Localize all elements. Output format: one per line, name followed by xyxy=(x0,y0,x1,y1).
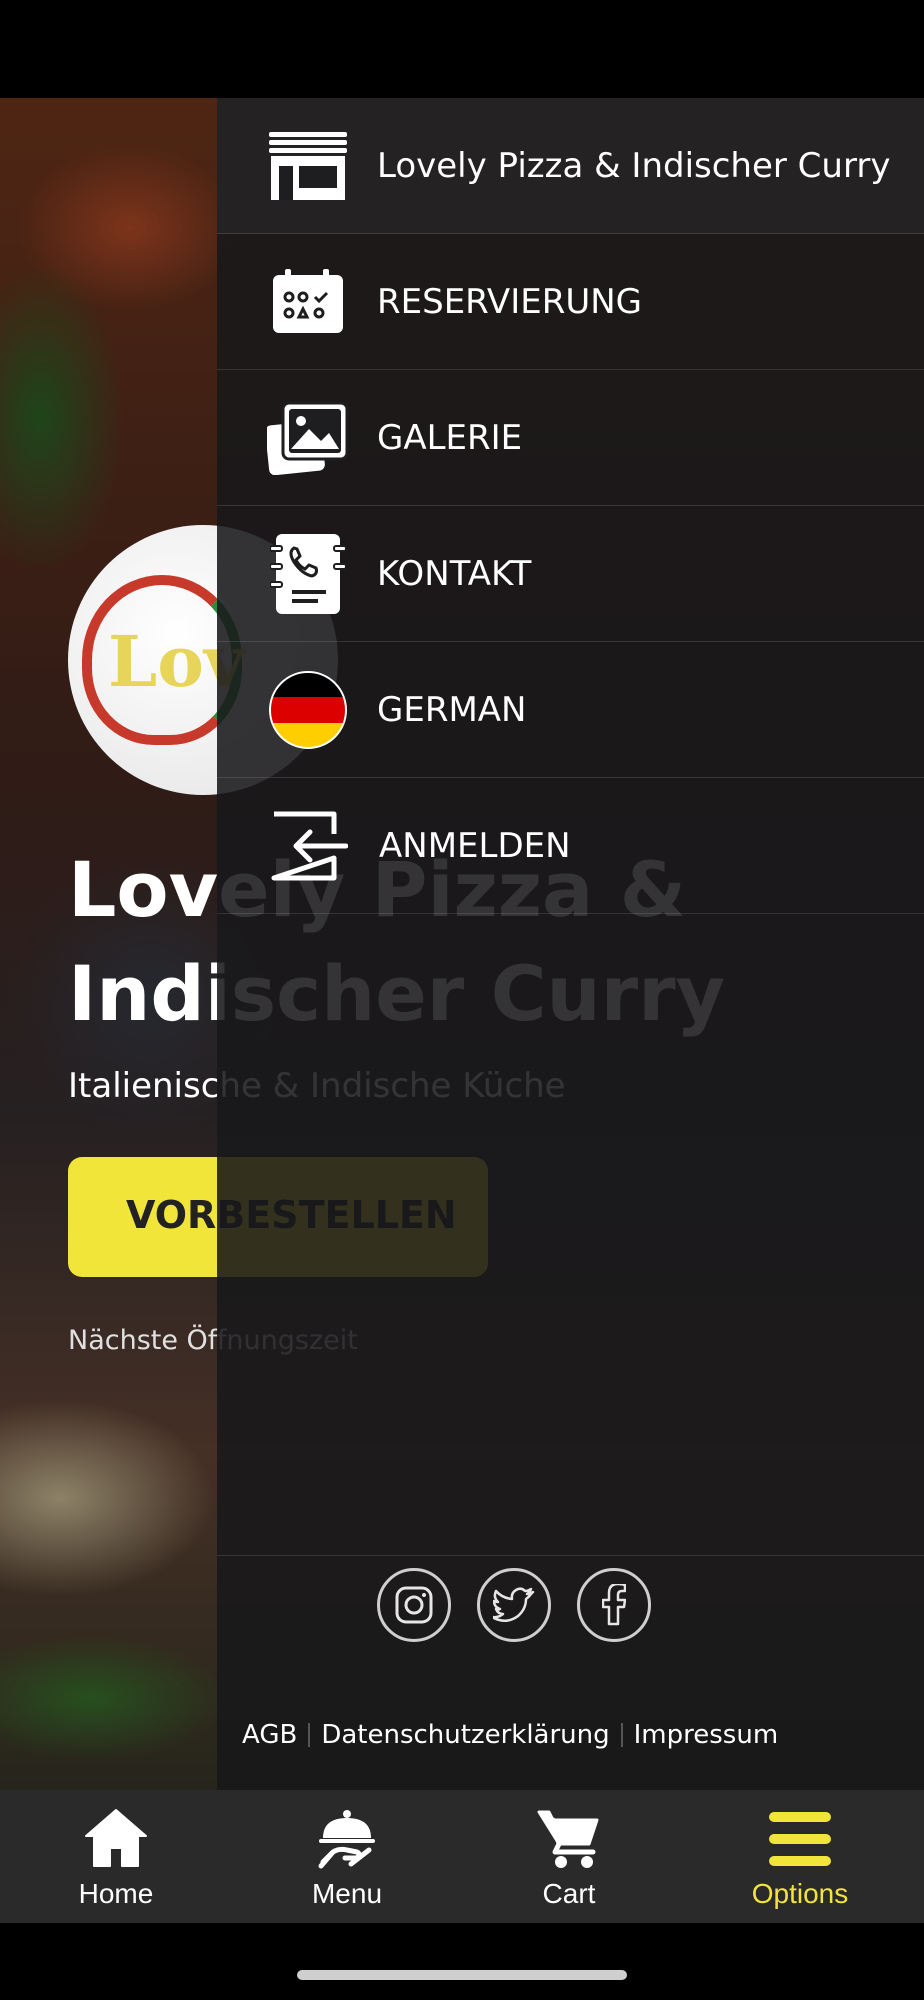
tab-options-label: Options xyxy=(751,1878,849,1909)
hamburger-icon xyxy=(767,1808,833,1875)
drawer-item-reservation[interactable]: RESERVIERUNG xyxy=(217,234,924,370)
drawer-item-gallery[interactable]: GALERIE xyxy=(217,370,924,506)
gallery-icon xyxy=(267,397,349,479)
facebook-icon[interactable] xyxy=(577,1568,651,1642)
tab-menu[interactable]: Menu xyxy=(278,1790,416,1923)
contact-book-icon xyxy=(267,533,349,615)
drawer-item-restaurant[interactable]: Lovely Pizza & Indischer Curry xyxy=(217,98,924,234)
drawer-label-language: GERMAN xyxy=(377,689,527,730)
social-divider xyxy=(217,1555,924,1556)
gesture-bar-area xyxy=(0,1923,924,2000)
store-icon xyxy=(267,125,349,207)
drawer-label-contact: KONTAKT xyxy=(377,553,532,594)
status-bar xyxy=(0,0,924,98)
drawer-label-restaurant: Lovely Pizza & Indischer Curry xyxy=(377,145,891,186)
drawer-label-login: ANMELDEN xyxy=(379,825,571,866)
side-drawer: Lovely Pizza & Indischer Curry RESERVIER… xyxy=(217,98,924,1790)
drawer-item-contact[interactable]: KONTAKT xyxy=(217,506,924,642)
privacy-link[interactable]: Datenschutzerklärung xyxy=(321,1720,609,1750)
login-icon xyxy=(267,805,349,887)
drawer-label-reservation: RESERVIERUNG xyxy=(377,281,642,322)
cloche-icon xyxy=(317,1808,377,1875)
german-flag-icon xyxy=(267,669,349,751)
drawer-item-login[interactable]: ANMELDEN xyxy=(217,778,924,914)
tab-cart[interactable]: Cart xyxy=(500,1790,638,1923)
agb-link[interactable]: AGB xyxy=(242,1720,297,1750)
drawer-label-gallery: GALERIE xyxy=(377,417,523,458)
tab-home[interactable]: Home xyxy=(47,1790,185,1923)
instagram-icon[interactable] xyxy=(377,1568,451,1642)
bottom-navigation: Home Menu Cart Options xyxy=(0,1790,924,1923)
cart-icon xyxy=(537,1808,601,1875)
home-indicator[interactable] xyxy=(297,1970,627,1980)
drawer-item-language[interactable]: GERMAN xyxy=(217,642,924,778)
footer-separator xyxy=(620,1723,623,1747)
tab-cart-label: Cart xyxy=(542,1878,596,1909)
imprint-link[interactable]: Impressum xyxy=(634,1720,779,1750)
twitter-icon[interactable] xyxy=(477,1568,551,1642)
tab-menu-label: Menu xyxy=(311,1878,383,1909)
footer-separator xyxy=(308,1723,311,1747)
tab-home-label: Home xyxy=(78,1878,154,1909)
home-icon xyxy=(84,1808,148,1873)
tab-options[interactable]: Options xyxy=(730,1790,870,1923)
footer-links: AGB Datenschutzerklärung Impressum xyxy=(242,1720,778,1750)
calendar-icon xyxy=(267,261,349,343)
